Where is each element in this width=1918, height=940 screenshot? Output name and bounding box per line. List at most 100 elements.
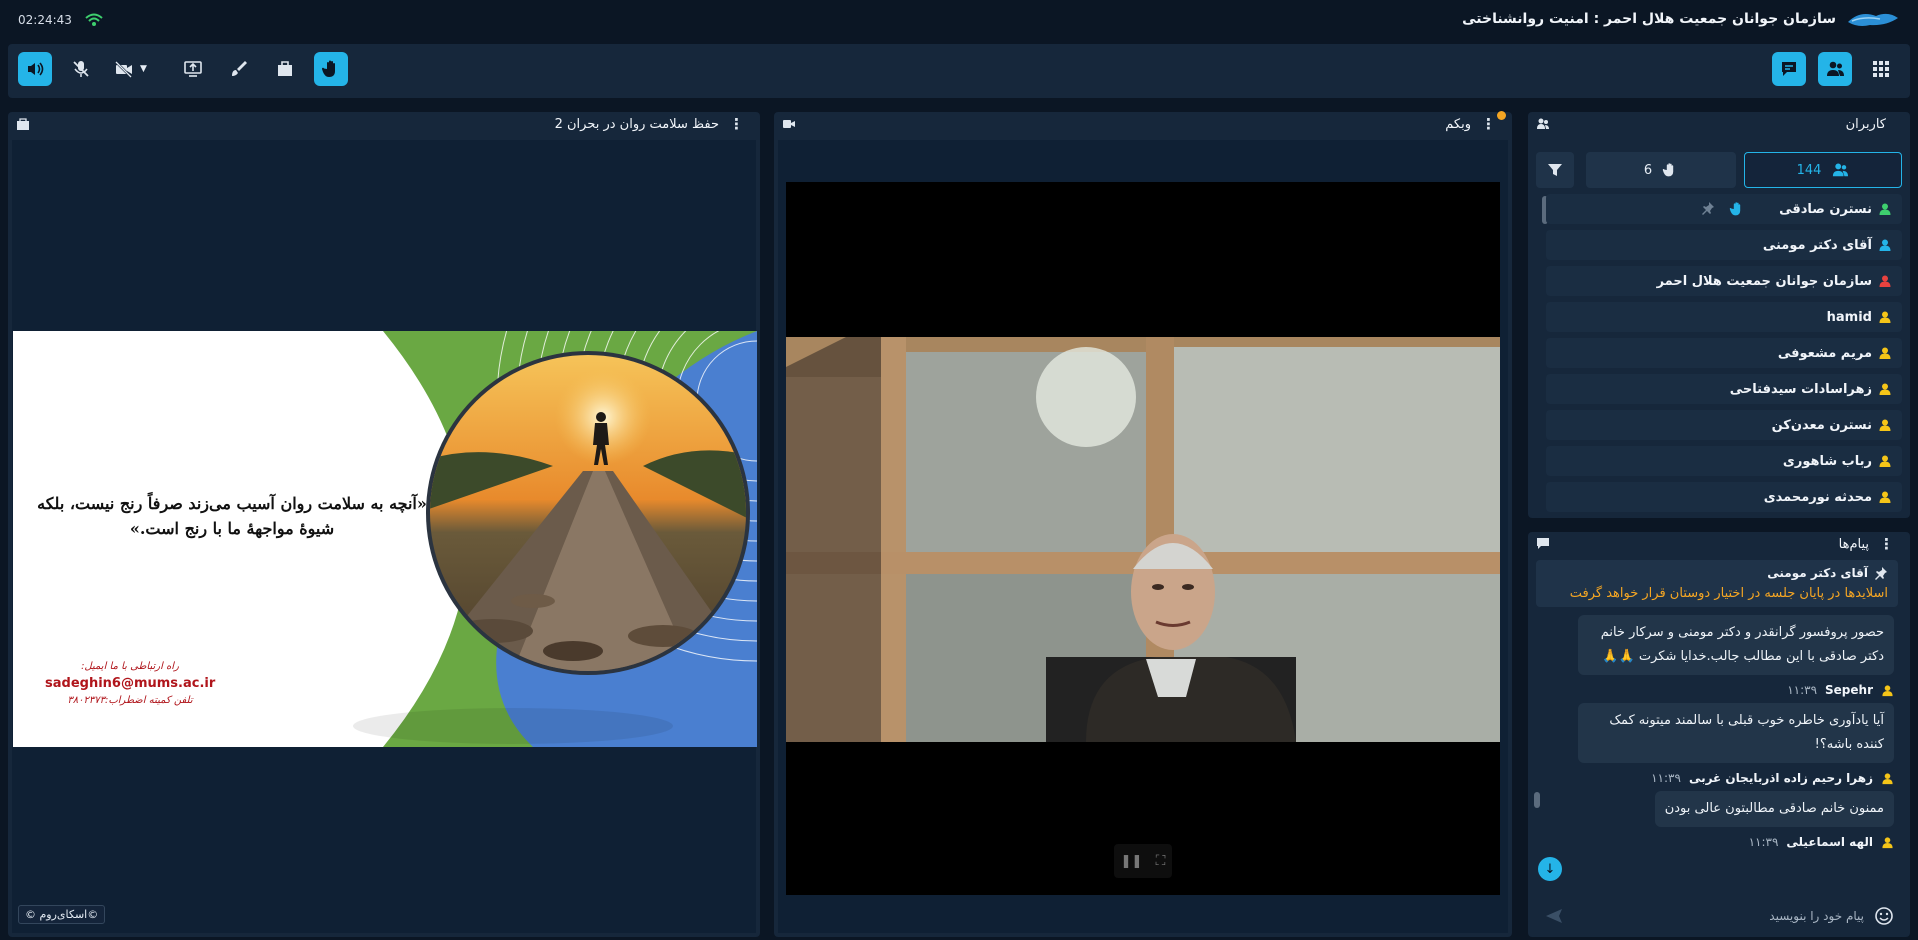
top-bar: 02:24:43 سازمان جوانان جمعیت هلال احمر :… [0, 0, 1918, 42]
raise-hand-button[interactable] [314, 52, 348, 86]
user-name: hamid [1826, 309, 1872, 325]
raise-hand-icon[interactable] [1729, 201, 1745, 217]
users-icon [1827, 61, 1844, 76]
pin-icon[interactable] [1701, 201, 1715, 215]
webcam-video[interactable]: ❚❚ ⛶ [786, 182, 1500, 895]
chat-title: پیام‌ها [1838, 536, 1869, 552]
screen-share-icon [184, 61, 202, 77]
message-bubble: ممنون خانم صادقی مطالبتون عالی بودن [1654, 791, 1894, 827]
message-time: ۱۱:۳۹ [1651, 771, 1681, 785]
video-controls: ❚❚ ⛶ [1114, 844, 1172, 878]
chat-menu-icon[interactable]: ⋮ [1873, 535, 1900, 553]
chat-input-field[interactable]: پیام خود را بنویسید [1574, 909, 1864, 923]
user-row[interactable]: نسترن صادقی [1546, 194, 1902, 224]
chat-toggle-button[interactable] [1772, 52, 1806, 86]
emoji-icon[interactable] [1874, 906, 1894, 926]
microphone-button[interactable] [64, 52, 98, 86]
user-row[interactable]: زهراسادات سیدفتاحی [1546, 374, 1902, 404]
message-bubble: آیا یادآوری خاطره خوب قبلی با سالمند میت… [1578, 703, 1894, 763]
screen-share-button[interactable] [176, 52, 210, 86]
apps-button[interactable] [1864, 52, 1898, 86]
webcam-menu-icon[interactable]: ⋮ [1475, 111, 1506, 133]
pin-icon [1875, 567, 1887, 580]
pinned-sender: آقای دکتر مومنی [1767, 566, 1868, 580]
message-sender: Sepehr [1825, 683, 1873, 697]
filter-button[interactable] [1536, 152, 1574, 188]
slide-quote: «آنچه به سلامت روان آسیب می‌زند صرفاً رن… [37, 494, 427, 538]
file-icon [278, 61, 292, 76]
camera-button[interactable]: ▼ [110, 52, 160, 86]
apps-grid-icon [1873, 61, 1889, 77]
chat-input-bar: پیام خود را بنویسید [1536, 899, 1902, 933]
files-button[interactable] [268, 52, 302, 86]
message-header: الهه اسماعیلی ۱۱:۳۹ [1536, 835, 1898, 849]
users-tabs: 6 144 [1536, 152, 1902, 188]
user-row[interactable]: hamid [1546, 302, 1902, 332]
arrow-down-icon: ↓ [1544, 861, 1556, 877]
connection-signal-icon [85, 13, 103, 26]
slide-contact-phone: تلفن کمیته اضطراب:۳۸۰۲۳۷۳ [67, 695, 193, 706]
message-time: ۱۱:۳۹ [1748, 835, 1779, 849]
whiteboard-button[interactable] [222, 52, 256, 86]
users-panel-icon [1537, 118, 1549, 129]
skyroom-logo-icon [1848, 13, 1898, 26]
page-title: سازمان جوانان جمعیت هلال احمر : امنیت رو… [1462, 11, 1836, 27]
pause-icon[interactable]: ❚❚ [1121, 854, 1143, 869]
chat-message: زهرا رحیم زاده اذربایجان غربی ۱۱:۳۹ ممنون … [1536, 771, 1902, 827]
user-avatar-icon [1879, 383, 1891, 395]
chat-panel-icon [1537, 538, 1549, 549]
tab-all-users-count: 144 [1796, 162, 1822, 178]
webcam-frame [786, 337, 1500, 742]
presentation-slide: «آنچه به سلامت روان آسیب می‌زند صرفاً رن… [13, 331, 757, 747]
user-avatar-icon [1879, 491, 1891, 503]
brand: سازمان جوانان جمعیت هلال احمر : امنیت رو… [1462, 8, 1900, 30]
session-clock: 02:24:43 [18, 13, 72, 27]
user-row[interactable]: آقای دکتر مومنی [1546, 230, 1902, 260]
speaker-icon [28, 62, 44, 76]
webcam-header: ⋮ وبکم [774, 111, 1512, 136]
user-row[interactable]: محدثه نورمحمدی [1546, 482, 1902, 512]
users-toggle-button[interactable] [1818, 52, 1852, 86]
scroll-down-button[interactable]: ↓ [1538, 857, 1562, 881]
presentation-title: حفظ سلامت روان در بحران 2 [554, 116, 719, 132]
tab-raised-hands[interactable]: 6 [1586, 152, 1736, 188]
user-row[interactable]: رباب شاهوری [1546, 446, 1902, 476]
user-row[interactable]: سازمان جوانان جمعیت هلال احمر [1546, 266, 1902, 296]
mic-muted-icon [73, 61, 89, 77]
fullscreen-icon[interactable]: ⛶ [1156, 853, 1166, 869]
user-name: مریم مشعوفی [1777, 345, 1872, 361]
slide-contact-label: راه ارتباطی با ما ایمیل: [81, 661, 179, 672]
hand-icon [1662, 163, 1674, 177]
chat-messages: آقای دکتر مومنی اسلایدها در پایان جلسه د… [1536, 560, 1902, 897]
webcam-title: وبکم [1445, 116, 1471, 132]
presentation-header: ⋮ حفظ سلامت روان در بحران 2 [8, 112, 760, 136]
chat-message: حصور پروفسور گرانقدر و دکتر مومنی و سرکا… [1536, 615, 1902, 675]
users-icon [1833, 163, 1849, 177]
users-panel: کاربران 6 144 نسترن صادقی آقای دکتر مومنی… [1528, 112, 1910, 518]
pinned-text: اسلایدها در پایان جلسه در اختیار دوستان … [1569, 586, 1888, 601]
user-avatar-icon [1882, 684, 1893, 696]
slide-contact-box: راه ارتباطی با ما ایمیل: sadeghin6@mums.… [45, 661, 215, 706]
presentation-menu-icon[interactable]: ⋮ [723, 115, 750, 133]
brush-icon [232, 61, 247, 76]
chat-message-group: Sepehr ۱۱:۳۹ آیا یادآوری خاطره خوب قبلی با… [1536, 683, 1902, 849]
users-title: کاربران [1845, 116, 1886, 132]
message-sender: الهه اسماعیلی [1786, 835, 1873, 849]
user-row[interactable]: مریم مشعوفی [1546, 338, 1902, 368]
chevron-down-icon[interactable]: ▼ [140, 64, 147, 74]
send-icon[interactable] [1544, 906, 1564, 926]
pinned-message[interactable]: آقای دکتر مومنی اسلایدها در پایان جلسه د… [1536, 560, 1898, 607]
raise-hand-icon [321, 60, 335, 77]
tab-all-users[interactable]: 144 [1744, 152, 1902, 188]
user-row[interactable]: نسترن معدن‌کن [1546, 410, 1902, 440]
user-avatar-icon [1879, 419, 1891, 431]
message-bubble: حصور پروفسور گرانقدر و دکتر مومنی و سرکا… [1578, 615, 1894, 675]
user-avatar-icon [1879, 455, 1891, 467]
presentation-file-icon [17, 118, 29, 130]
webcam-notification-dot [1497, 111, 1506, 120]
user-avatar-icon [1882, 772, 1893, 784]
user-actions [1701, 201, 1745, 217]
speaker-button[interactable] [18, 52, 52, 86]
user-avatar-icon [1879, 239, 1891, 251]
user-name: زهراسادات سیدفتاحی [1729, 381, 1872, 397]
